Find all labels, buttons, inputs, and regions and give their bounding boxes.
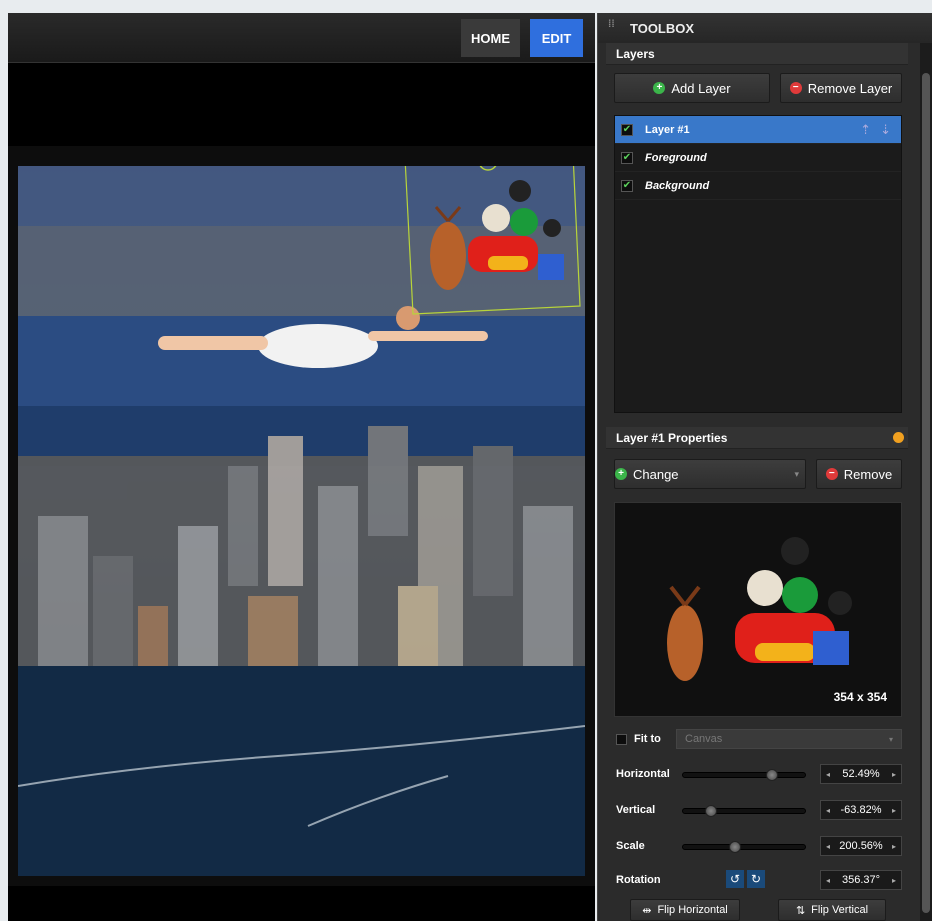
flip-horizontal-icon: ⇹: [642, 904, 652, 917]
fit-to-label: Fit to: [634, 733, 661, 745]
toolbox-header[interactable]: ⁞⁞ TOOLBOX: [598, 13, 932, 43]
layer-row-foreground[interactable]: ✔ Foreground: [615, 144, 901, 172]
layers-list: ✔ Layer #1 ⇡ ⇣ ✔ Foreground ✔ Background: [614, 115, 902, 413]
rotate-left-icon[interactable]: ↺: [726, 870, 744, 888]
rotation-value: 356.37°: [841, 874, 881, 886]
move-down-icon[interactable]: ⇣: [880, 122, 891, 138]
slider-knob[interactable]: [729, 841, 742, 853]
fit-to-select[interactable]: Canvas ▾: [676, 729, 902, 749]
toolbox-title: TOOLBOX: [630, 20, 695, 36]
canvas-area: [8, 146, 595, 886]
preview-size-label: 354 x 354: [833, 690, 887, 704]
toolbox-scrollbar[interactable]: [920, 43, 932, 921]
flip-horizontal-label: Flip Horizontal: [657, 904, 728, 916]
properties-title: Layer #1 Properties: [616, 430, 728, 445]
add-layer-button[interactable]: + Add Layer: [614, 73, 770, 103]
vertical-slider[interactable]: [682, 805, 806, 817]
remove-label: Remove: [843, 466, 893, 482]
increment-icon[interactable]: ▸: [892, 842, 896, 851]
vertical-label: Vertical: [616, 804, 656, 816]
decrement-icon[interactable]: ◂: [826, 876, 830, 885]
horizontal-label: Horizontal: [616, 768, 670, 780]
preview-image: [667, 537, 852, 681]
plus-icon: +: [615, 468, 627, 480]
photo-editor-app: HOME EDIT ⁞⁞ TOOLBOX Layers + Add Layer …: [0, 0, 932, 921]
decrement-icon[interactable]: ◂: [826, 770, 830, 779]
layer-preview: 354 x 354: [614, 502, 902, 717]
flip-vertical-button[interactable]: ⇅ Flip Vertical: [778, 899, 886, 921]
scale-slider[interactable]: [682, 841, 806, 853]
vertical-value: -63.82%: [840, 804, 882, 816]
fit-to-value: Canvas: [685, 733, 723, 745]
vertical-input[interactable]: ◂ -63.82% ▸: [820, 800, 902, 820]
layer-name: Background: [645, 179, 710, 192]
horizontal-slider[interactable]: [682, 769, 806, 781]
layers-panel-title[interactable]: Layers: [606, 43, 908, 65]
rotation-label: Rotation: [616, 874, 661, 886]
rotation-input[interactable]: ◂ 356.37° ▸: [820, 870, 902, 890]
toolbox-panel: ⁞⁞ TOOLBOX Layers + Add Layer − Remove L…: [597, 13, 932, 921]
minus-icon: −: [789, 82, 802, 94]
flip-vertical-icon: ⇅: [795, 904, 806, 917]
layer-visibility-checkbox[interactable]: ✔: [621, 179, 633, 192]
layer-visibility-checkbox[interactable]: ✔: [621, 123, 633, 136]
layer-visibility-checkbox[interactable]: ✔: [621, 151, 633, 164]
remove-layer-button[interactable]: − Remove Layer: [780, 73, 902, 103]
layer-name: Layer #1: [645, 123, 690, 136]
scale-value: 200.56%: [839, 840, 883, 852]
canvas-image[interactable]: [18, 166, 585, 876]
change-button[interactable]: + Change ▾: [614, 459, 806, 489]
scale-input[interactable]: ◂ 200.56% ▸: [820, 836, 902, 856]
scale-label: Scale: [616, 840, 645, 852]
decrement-icon[interactable]: ◂: [826, 806, 830, 815]
remove-layer-label: Remove Layer: [807, 80, 893, 96]
change-label: Change: [633, 466, 679, 482]
chevron-down-icon[interactable]: ▾: [794, 469, 799, 480]
horizontal-input[interactable]: ◂ 52.49% ▸: [820, 764, 902, 784]
home-button[interactable]: HOME: [461, 19, 520, 57]
horizontal-value: 52.49%: [842, 768, 880, 780]
increment-icon[interactable]: ▸: [892, 770, 896, 779]
minus-icon: −: [825, 468, 838, 480]
layer-row-layer-1[interactable]: ✔ Layer #1 ⇡ ⇣: [615, 116, 901, 144]
remove-button[interactable]: − Remove: [816, 459, 902, 489]
slider-knob[interactable]: [765, 769, 778, 781]
flip-vertical-label: Flip Vertical: [811, 904, 869, 916]
rotate-right-icon[interactable]: ↻: [747, 870, 765, 888]
grip-icon[interactable]: ⁞⁞: [608, 20, 616, 34]
increment-icon[interactable]: ▸: [892, 806, 896, 815]
top-bar: HOME EDIT: [8, 13, 595, 63]
move-up-icon[interactable]: ⇡: [860, 122, 871, 138]
settings-icon[interactable]: [893, 432, 904, 443]
chevron-down-icon: ▾: [888, 734, 893, 744]
edit-button[interactable]: EDIT: [530, 19, 583, 57]
layer-name: Foreground: [645, 151, 707, 164]
fit-to-checkbox[interactable]: [616, 734, 627, 745]
add-layer-label: Add Layer: [671, 80, 731, 96]
editor-area: HOME EDIT: [8, 13, 595, 921]
plus-icon: +: [653, 82, 666, 94]
layer-row-background[interactable]: ✔ Background: [615, 172, 901, 200]
properties-panel-title[interactable]: Layer #1 Properties: [606, 427, 908, 449]
flip-horizontal-button[interactable]: ⇹ Flip Horizontal: [630, 899, 740, 921]
decrement-icon[interactable]: ◂: [826, 842, 830, 851]
scrollbar-thumb[interactable]: [922, 73, 930, 913]
increment-icon[interactable]: ▸: [892, 876, 896, 885]
slider-knob[interactable]: [705, 805, 717, 817]
